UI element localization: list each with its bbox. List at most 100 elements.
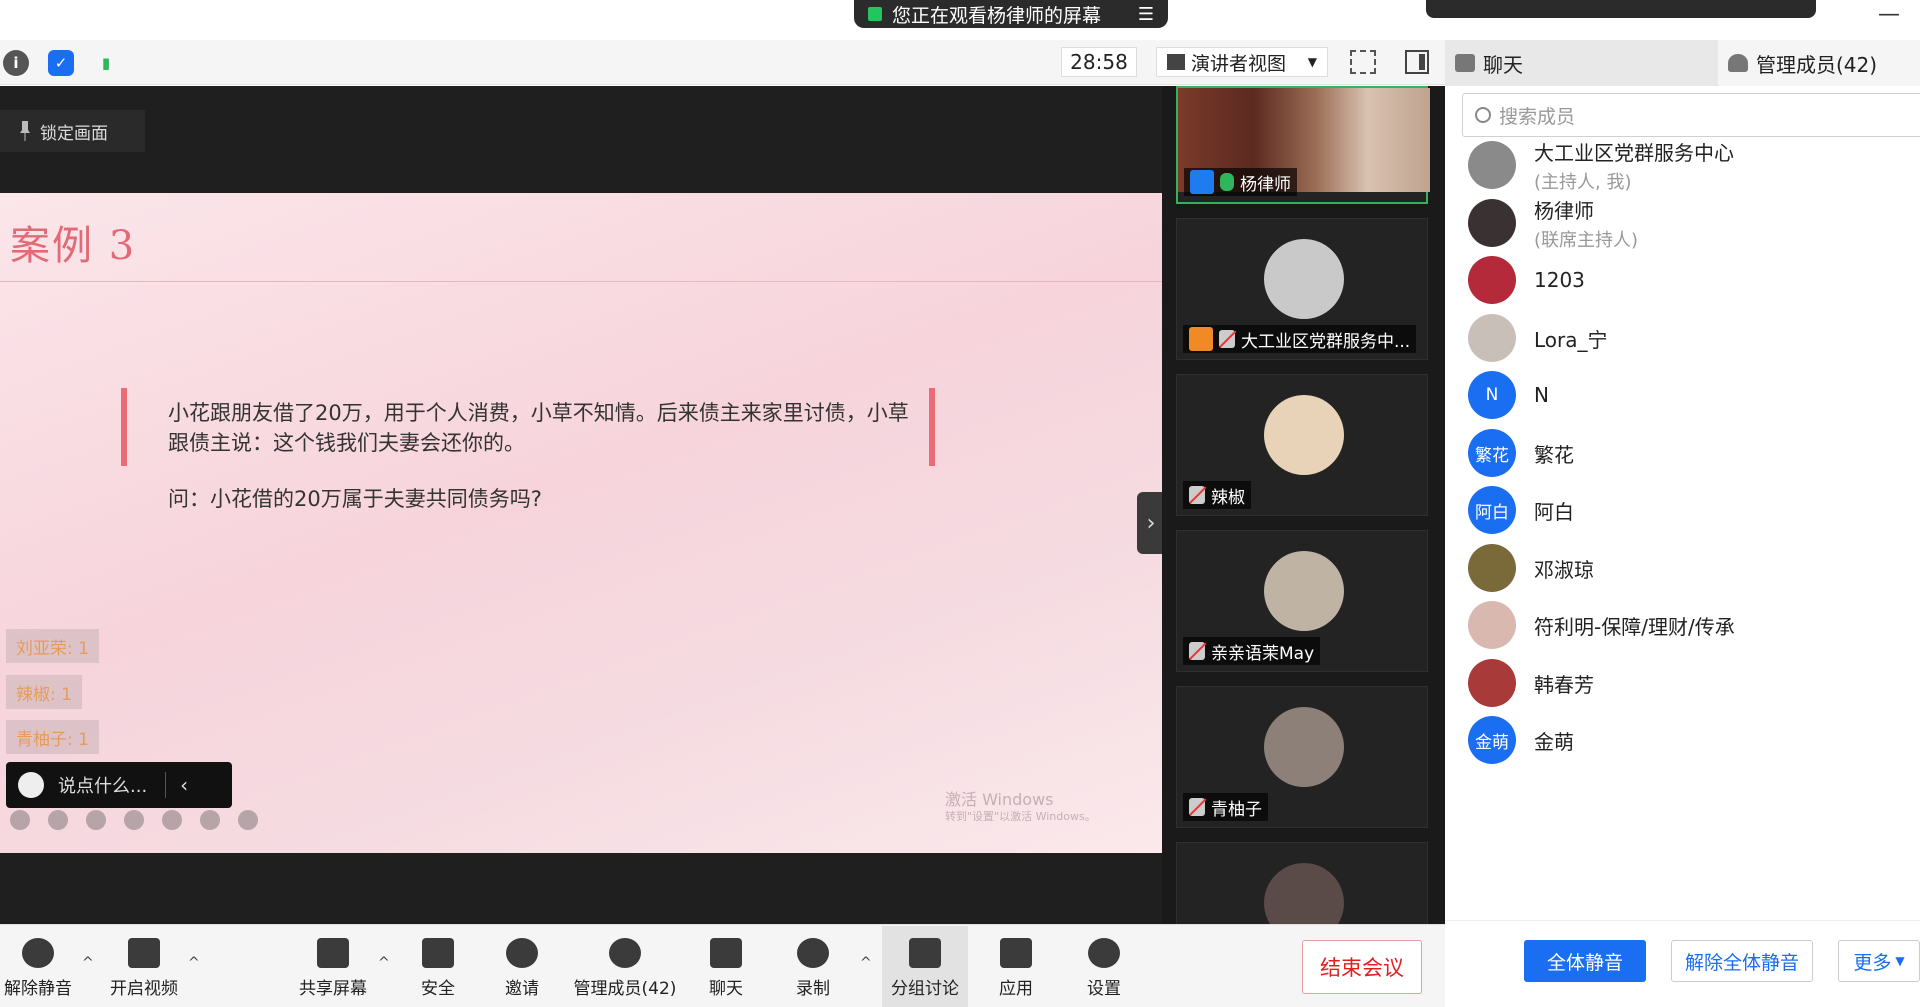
member-list-item[interactable]: NN (1468, 367, 1918, 423)
lock-screen-label: 锁定画面 (40, 123, 108, 144)
annotation-tools (10, 810, 258, 830)
participant-name: 杨律师 (1240, 174, 1291, 195)
member-list-item[interactable]: 杨律师 (联席主持人) (1468, 195, 1918, 251)
apps-button[interactable]: 应用 (971, 938, 1061, 999)
tab-members[interactable]: 管理成员(42) (1718, 40, 1920, 86)
avatar (1468, 659, 1516, 707)
chevron-left-icon[interactable]: ‹ (180, 773, 188, 797)
tab-chat[interactable]: 聊天 (1445, 40, 1718, 86)
chevron-up-icon[interactable]: ^ (378, 955, 390, 971)
participant-tile[interactable]: 亲亲语茉May (1176, 530, 1428, 672)
fullscreen-icon[interactable] (1350, 50, 1376, 74)
record-button[interactable]: 录制 (768, 938, 858, 999)
settings-button[interactable]: 设置 (1059, 938, 1149, 999)
pin-icon (20, 121, 30, 141)
share-control-bar[interactable] (1426, 0, 1816, 18)
slide-title: 案例 3 (10, 223, 137, 269)
collapse-gallery-button[interactable]: › (1137, 492, 1165, 554)
unmute-button[interactable]: 解除静音 (0, 938, 83, 999)
more-button[interactable]: 更多 ▼ (1838, 940, 1920, 982)
screen-share-banner[interactable]: 您正在观看杨律师的屏幕 ☰ (854, 0, 1168, 28)
emoji-icon[interactable] (18, 772, 44, 798)
member-list-item[interactable]: 1203 (1468, 252, 1918, 308)
prev-icon[interactable] (10, 810, 30, 830)
member-name: 韩春芳 (1534, 672, 1594, 697)
avatar (1468, 256, 1516, 304)
apps-label: 应用 (999, 979, 1033, 999)
member-list-item[interactable]: 符利明-保障/理财/传承 (1468, 597, 1918, 653)
start-video-button[interactable]: 开启视频 (99, 938, 189, 999)
quote-bar-left (121, 388, 127, 466)
member-search-input[interactable]: 搜索成员 (1462, 93, 1920, 137)
participant-label: 亲亲语茉May (1183, 637, 1321, 665)
member-list-item[interactable]: 繁花 繁花 (1468, 425, 1918, 481)
participant-gallery: 杨律师 大工业区党群服务中... 辣椒 亲亲语茉May 青柚子 (1162, 86, 1445, 924)
comment-icon[interactable] (200, 810, 220, 830)
unmute-all-button[interactable]: 解除全体静音 (1671, 940, 1813, 982)
shield-icon (422, 938, 454, 968)
view-mode-dropdown[interactable]: 演讲者视图 ▼ (1156, 47, 1328, 77)
settings-label: 设置 (1087, 979, 1121, 999)
invite-label: 邀请 (505, 979, 539, 999)
info-icon[interactable]: i (3, 50, 29, 76)
chat-label: 聊天 (709, 979, 743, 999)
member-names: 符利明-保障/理财/传承 (1534, 611, 1735, 640)
member-name: 1203 (1534, 268, 1585, 292)
quick-chat-placeholder: 说点什么... (58, 776, 148, 797)
unmute-label: 解除静音 (4, 979, 72, 999)
minimize-icon[interactable]: — (1878, 2, 1900, 27)
menu-icon[interactable]: ☰ (1138, 4, 1154, 25)
member-names: 韩春芳 (1534, 669, 1594, 698)
pen-icon[interactable] (86, 810, 106, 830)
camera-icon[interactable] (162, 810, 182, 830)
participant-tile[interactable] (1176, 842, 1428, 924)
invite-button[interactable]: 邀请 (477, 938, 567, 999)
windows-watermark: 激活 Windows (945, 790, 1054, 809)
participant-tile[interactable]: 青柚子 (1176, 686, 1428, 828)
shield-icon[interactable]: ✓ (48, 50, 74, 76)
meeting-window: 您正在观看杨律师的屏幕 ☰ — i ✓ ▮ 28:58 演讲者视图 ▼ 聊天 管… (0, 0, 1920, 1007)
participant-tile[interactable]: 杨律师 (1176, 86, 1430, 204)
avatar (1468, 141, 1516, 189)
participant-name: 大工业区党群服务中... (1241, 331, 1411, 352)
quick-chat-input[interactable]: 说点什么... ‹ (6, 762, 232, 808)
member-list-item[interactable]: 阿白 阿白 (1468, 482, 1918, 538)
member-list-item[interactable]: Lora_宁 (1468, 310, 1918, 366)
mute-all-button[interactable]: 全体静音 (1524, 940, 1646, 982)
chevron-up-icon[interactable]: ^ (188, 955, 200, 971)
chat-icon (710, 938, 742, 968)
end-meeting-button[interactable]: 结束会议 (1302, 940, 1422, 994)
chevron-up-icon[interactable]: ^ (82, 955, 94, 971)
chevron-up-icon[interactable]: ^ (860, 955, 872, 971)
member-list-item[interactable]: 金萌 金萌 (1468, 712, 1918, 768)
tab-members-label: 管理成员(42) (1756, 52, 1878, 77)
member-name: 邓淑琼 (1534, 557, 1594, 582)
manage-members-button[interactable]: 管理成员(42) (560, 938, 690, 999)
security-button[interactable]: 安全 (393, 938, 483, 999)
lock-screen-button[interactable]: 锁定画面 (0, 110, 145, 152)
share-screen-button[interactable]: 共享屏幕 (288, 938, 378, 999)
avatar (1468, 601, 1516, 649)
signal-icon[interactable]: ▮ (93, 50, 119, 76)
chat-button[interactable]: 聊天 (681, 938, 771, 999)
member-names: Lora_宁 (1534, 324, 1608, 353)
participant-label: 大工业区党群服务中... (1183, 325, 1417, 353)
breakout-rooms-button[interactable]: 分组讨论 (880, 938, 970, 999)
member-list-item[interactable]: 大工业区党群服务中心 (主持人, 我) (1468, 137, 1918, 193)
avatar: 金萌 (1468, 716, 1516, 764)
member-list-item[interactable]: 韩春芳 (1468, 655, 1918, 711)
sidebar-toggle-icon[interactable] (1405, 50, 1429, 74)
host-badge-icon (1189, 327, 1213, 351)
pointer-icon[interactable] (124, 810, 144, 830)
avatar (1468, 314, 1516, 362)
share-indicator-icon (868, 7, 882, 21)
avatar: N (1468, 371, 1516, 419)
participant-tile[interactable]: 大工业区党群服务中... (1176, 218, 1428, 360)
participant-label: 青柚子 (1183, 793, 1268, 821)
more-icon[interactable] (238, 810, 258, 830)
member-list-item[interactable]: 邓淑琼 (1468, 540, 1918, 596)
participant-tile[interactable]: 辣椒 (1176, 374, 1428, 516)
member-names: 大工业区党群服务中心 (主持人, 我) (1534, 137, 1734, 194)
next-icon[interactable] (48, 810, 68, 830)
chevron-down-icon: ▼ (1895, 954, 1905, 968)
